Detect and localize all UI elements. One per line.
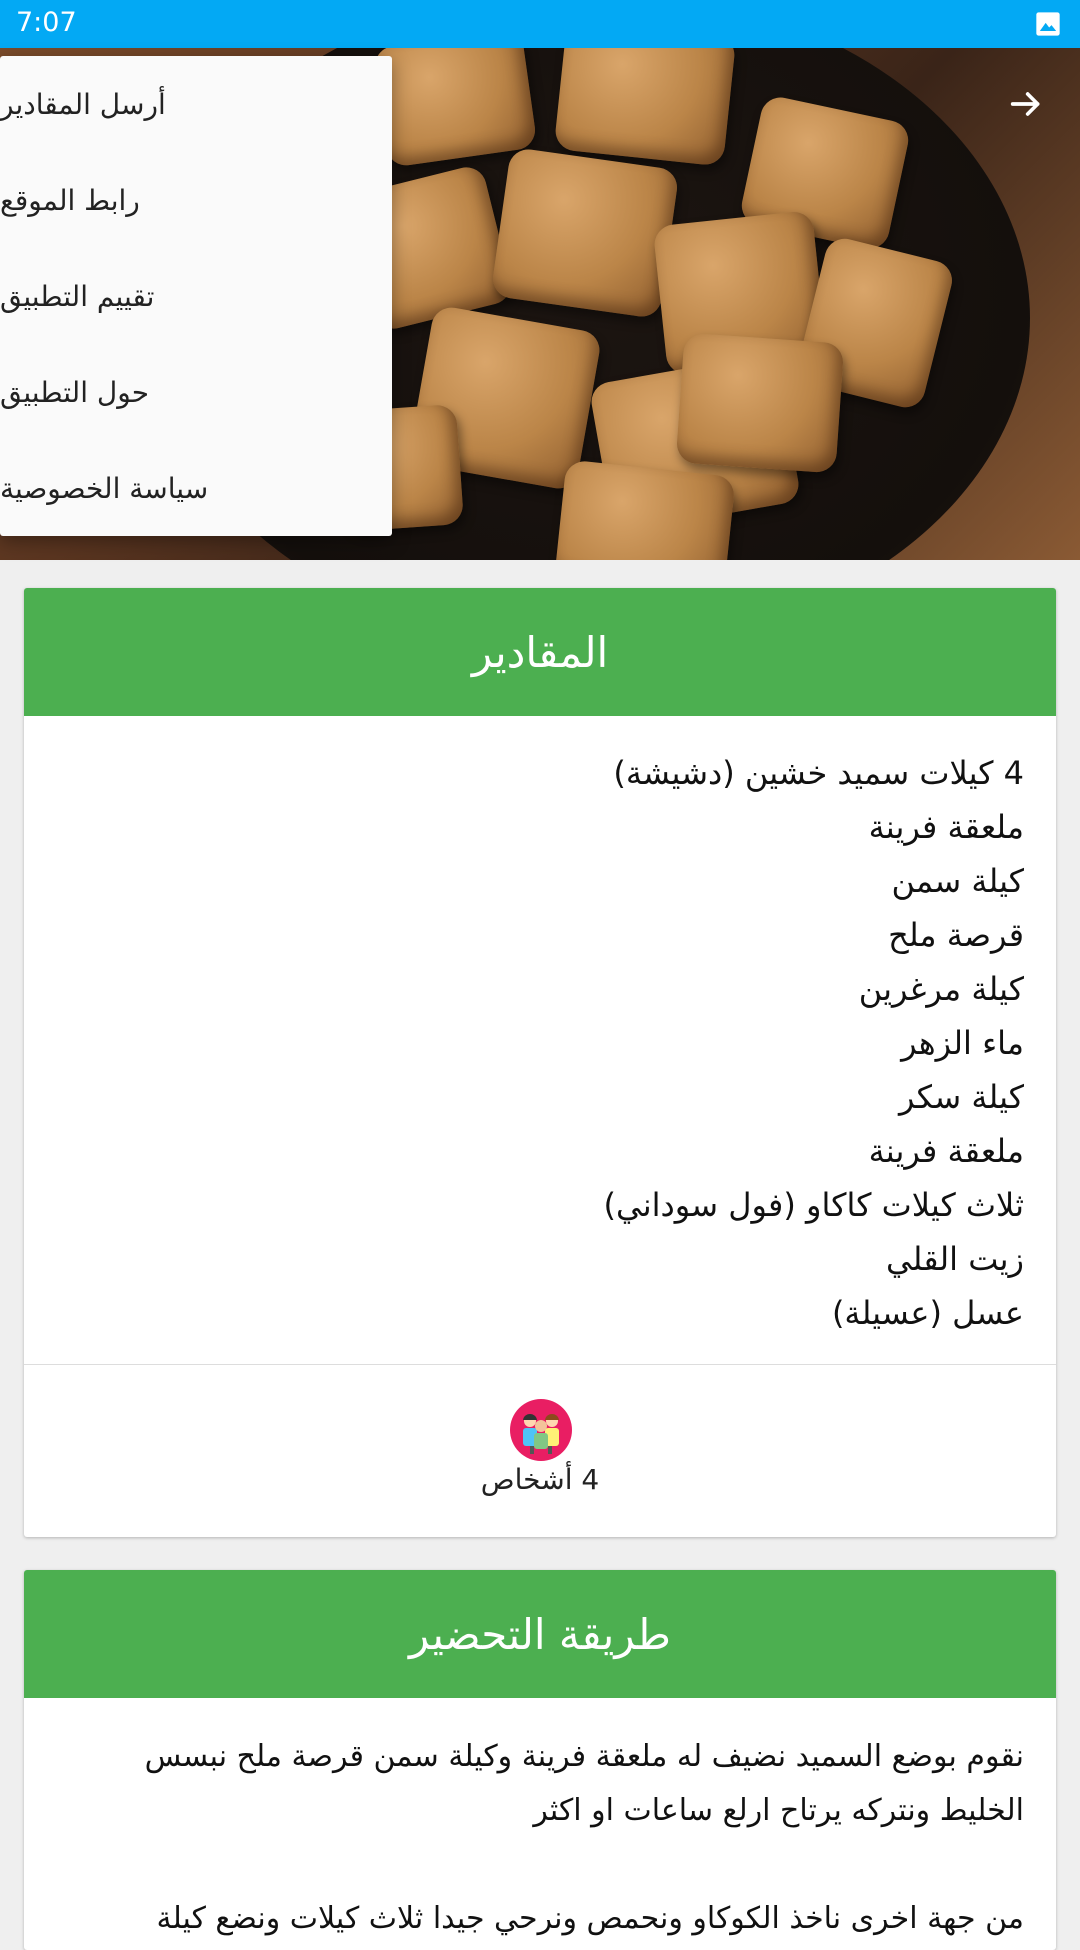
arrow-right-icon[interactable] — [1006, 84, 1046, 124]
menu-item-send-ingredients[interactable]: أرسل المقادير — [0, 56, 392, 152]
ingredient-item: كيلة مرغرين — [858, 970, 1024, 1008]
overflow-menu: أرسل المقادير رابط الموقع تقييم التطبيق … — [0, 56, 392, 536]
method-paragraph: من جهة اخرى ناخذ الكوكاو ونحمص ونرحي جيد… — [156, 1901, 1024, 1936]
status-time: 7:07 — [16, 7, 77, 38]
ingredient-item: قرصة ملح — [888, 916, 1024, 954]
image-icon — [1036, 12, 1060, 36]
method-text: نقوم بوضع السميد نضيف له ملعقة فرينة وكي… — [24, 1698, 1056, 1946]
ingredients-card: المقادير 4 كيلات سميد خشين (دشيشة) ملعقة… — [24, 588, 1056, 1537]
menu-item-website-link[interactable]: رابط الموقع — [0, 152, 392, 248]
menu-item-about-app[interactable]: حول التطبيق — [0, 344, 392, 440]
method-card: طريقة التحضير نقوم بوضع السميد نضيف له م… — [24, 1570, 1056, 1950]
ingredient-item: ملعقة فرينة — [868, 808, 1024, 846]
ingredient-item: 4 كيلات سميد خشين (دشيشة) — [613, 754, 1024, 792]
menu-item-privacy-policy[interactable]: سياسة الخصوصية — [0, 440, 392, 536]
ingredient-item: ملعقة فرينة — [868, 1132, 1024, 1170]
ingredient-item: كيلة سمن — [891, 862, 1024, 900]
servings-section: 4 أشخاص — [24, 1365, 1056, 1537]
ingredient-item: زيت القلي — [885, 1240, 1024, 1278]
people-icon — [510, 1399, 572, 1461]
method-paragraph: نقوم بوضع السميد نضيف له ملعقة فرينة وكي… — [144, 1739, 1024, 1828]
menu-item-label: سياسة الخصوصية — [0, 471, 209, 505]
status-bar: 7:07 — [0, 0, 1080, 48]
method-header: طريقة التحضير — [24, 1570, 1056, 1698]
menu-item-label: أرسل المقادير — [0, 87, 166, 121]
menu-item-rate-app[interactable]: تقييم التطبيق — [0, 248, 392, 344]
ingredient-item: عسل (عسيلة) — [831, 1294, 1024, 1332]
ingredients-list: 4 كيلات سميد خشين (دشيشة) ملعقة فرينة كي… — [24, 716, 1056, 1364]
menu-item-label: تقييم التطبيق — [0, 279, 155, 313]
ingredient-item: ثلاث كيلات كاكاو (فول سوداني) — [603, 1186, 1024, 1224]
menu-item-label: رابط الموقع — [0, 183, 140, 217]
menu-item-label: حول التطبيق — [0, 375, 149, 409]
ingredient-item: كيلة سكر — [899, 1078, 1024, 1116]
servings-label: 4 أشخاص — [480, 1463, 600, 1496]
ingredients-header: المقادير — [24, 588, 1056, 716]
ingredient-item: ماء الزهر — [901, 1024, 1024, 1062]
